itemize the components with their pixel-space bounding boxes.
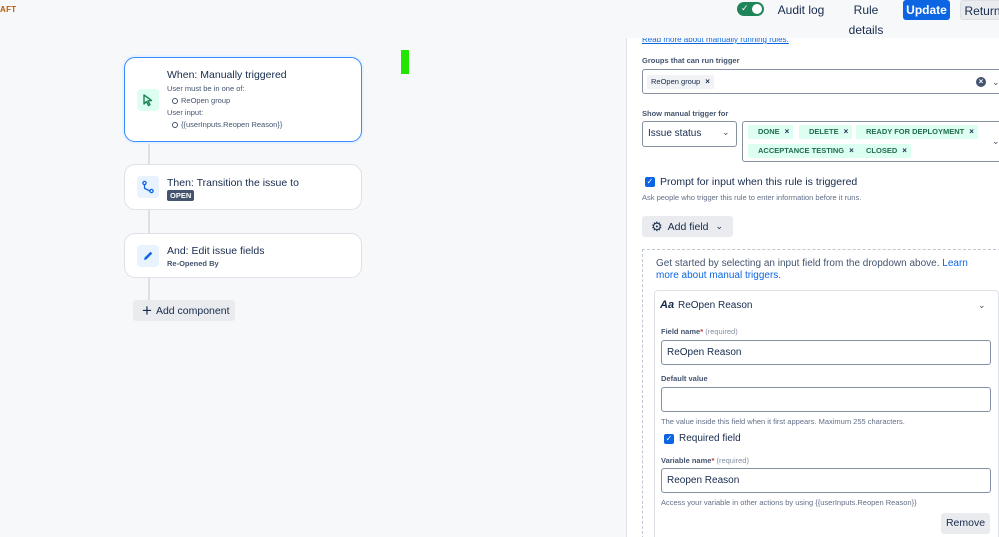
required-field-label: Required field — [679, 433, 741, 444]
check-icon: ✓ — [741, 3, 749, 13]
status-chip[interactable]: READY FOR DEPLOYMENT × — [856, 125, 978, 139]
gear-icon: ⚙ — [651, 218, 663, 234]
remove-chip-icon[interactable]: × — [849, 146, 854, 155]
cursor-click-icon — [137, 89, 159, 111]
top-bar: AFT ✓ Audit log Rule details Update Retu… — [0, 0, 999, 37]
chevron-down-icon: ⌄ — [715, 221, 724, 231]
edit-title: And: Edit issue fields — [167, 245, 265, 257]
default-value-label: Default value — [661, 374, 708, 383]
variable-name-label: Variable name* (required) — [661, 456, 749, 465]
add-field-label: Add field — [667, 220, 709, 233]
required-field-checkbox[interactable]: ✓ — [664, 434, 674, 444]
prompt-checkbox-label: Prompt for input when this rule is trigg… — [660, 176, 858, 188]
trigger-card[interactable]: When: Manually triggered User must be in… — [124, 57, 362, 142]
plus-icon: + — [142, 301, 152, 320]
transition-icon — [137, 176, 159, 198]
chevron-down-icon[interactable]: ⌄ — [992, 77, 999, 88]
status-chip[interactable]: ACCEPTANCE TESTING × — [748, 144, 858, 158]
chevron-down-icon: ⌄ — [722, 127, 730, 137]
intro-text: Get started by selecting an input field … — [656, 258, 968, 281]
chevron-down-icon[interactable]: ⌄ — [992, 136, 999, 147]
green-marker — [401, 50, 409, 74]
status-chip[interactable]: DONE × — [748, 125, 794, 139]
add-component-button[interactable]: + Add component — [133, 300, 235, 321]
issue-status-value: Issue status — [648, 128, 702, 139]
remove-chip-icon[interactable]: × — [969, 127, 974, 136]
chevron-down-icon[interactable]: ⌄ — [978, 300, 986, 311]
remove-chip-icon[interactable]: × — [705, 77, 710, 86]
trigger-input-value: {{userInputs.Reopen Reason}} — [171, 120, 282, 129]
remove-chip-icon[interactable]: × — [844, 127, 849, 136]
transition-card[interactable]: Then: Transition the issue to OPEN — [124, 164, 362, 210]
prompt-checkbox[interactable]: ✓ — [645, 177, 655, 187]
input-field-header: ReOpen Reason — [678, 300, 753, 311]
pencil-icon — [137, 245, 159, 267]
status-chip[interactable]: DELETE × — [799, 125, 853, 139]
status-chip[interactable]: CLOSED × — [856, 144, 911, 158]
toggle-knob — [752, 4, 762, 14]
prompt-help: Ask people who trigger this rule to ente… — [642, 193, 862, 202]
update-button[interactable]: Update — [903, 0, 950, 20]
rule-details-button[interactable]: Rule details — [835, 0, 897, 37]
connector-line — [148, 142, 150, 164]
remove-chip-icon[interactable]: × — [785, 127, 790, 136]
field-name-label: Field name* (required) — [661, 327, 738, 336]
default-value-input[interactable] — [661, 387, 991, 412]
connector-line — [148, 278, 150, 300]
audit-log-button[interactable]: Audit log — [770, 0, 832, 20]
edit-field: Re-Opened By — [167, 259, 219, 268]
edit-issue-card[interactable]: And: Edit issue fields Re-Opened By — [124, 233, 362, 278]
add-field-button[interactable]: ⚙ Add field ⌄ — [642, 216, 733, 237]
issue-status-select[interactable]: Issue status ⌄ — [642, 121, 737, 147]
trigger-input-label: User input: — [167, 108, 204, 117]
field-name-input[interactable]: ReOpen Reason — [661, 340, 991, 365]
return-button[interactable]: Return — [960, 0, 999, 20]
show-trigger-label: Show manual trigger for — [642, 109, 729, 118]
draft-badge: AFT — [0, 5, 17, 14]
read-more-link[interactable]: Read more about manually running rules. — [642, 38, 789, 45]
remove-button[interactable]: Remove — [941, 513, 990, 534]
variable-name-input[interactable]: Reopen Reason — [661, 468, 991, 493]
rule-enabled-toggle[interactable]: ✓ — [737, 2, 764, 16]
trigger-title: When: Manually triggered — [167, 69, 287, 81]
group-chip[interactable]: ReOpen group × — [647, 75, 714, 89]
trigger-must-be: User must be in one of: — [167, 84, 245, 93]
status-lozenge: OPEN — [167, 190, 195, 201]
remove-chip-icon[interactable]: × — [902, 146, 907, 155]
variable-name-help: Access your variable in other actions by… — [661, 498, 917, 507]
default-value-help: The value inside this field when it firs… — [661, 417, 905, 426]
connector-line — [148, 210, 150, 233]
transition-title: Then: Transition the issue to — [167, 177, 299, 189]
add-component-label: Add component — [155, 304, 230, 317]
groups-label: Groups that can run trigger — [642, 56, 740, 65]
text-field-icon: Aa — [660, 299, 675, 311]
clear-icon[interactable]: × — [976, 77, 986, 87]
trigger-group: ReOpen group — [171, 96, 230, 105]
